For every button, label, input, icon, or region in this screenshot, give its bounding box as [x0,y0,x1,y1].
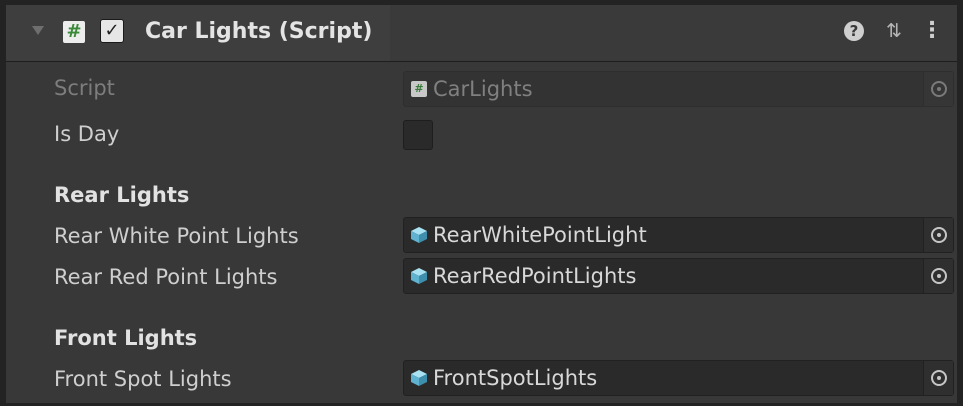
prefab-cube-icon [411,227,427,243]
front-spot-lights-value: FrontSpotLights [433,366,598,390]
script-field-value: CarLights [433,77,533,101]
object-picker-icon [931,268,947,284]
script-file-icon [411,81,427,97]
script-icon: # [63,21,85,43]
front-lights-heading: Front Lights [54,326,198,350]
script-object-picker [923,72,953,106]
rear-red-point-lights-label: Rear Red Point Lights [54,265,278,289]
rear-red-point-lights-value: RearRedPointLights [433,264,637,288]
enable-toggle[interactable]: ✓ [100,19,124,43]
component-title: Car Lights (Script) [145,19,373,44]
front-spot-lights-field[interactable]: FrontSpotLights [403,360,954,396]
rear-red-object-picker[interactable] [923,259,953,293]
rear-red-point-lights-field[interactable]: RearRedPointLights [403,258,954,294]
rear-white-point-lights-field[interactable]: RearWhitePointLight [403,217,954,253]
script-label: Script [54,76,115,100]
component-header[interactable]: # ✓ Car Lights (Script) ? ⇅ ⋮ [6,5,957,62]
rear-white-point-lights-label: Rear White Point Lights [54,224,299,248]
rear-white-point-lights-value: RearWhitePointLight [433,223,647,247]
object-picker-icon [931,370,947,386]
rear-white-object-picker[interactable] [923,218,953,252]
object-picker-icon [931,227,947,243]
object-picker-icon [931,81,947,97]
header-right-area [390,5,957,61]
prefab-cube-icon [411,268,427,284]
inspector-component: # ✓ Car Lights (Script) ? ⇅ ⋮ Script Car… [0,0,963,406]
script-field: CarLights [403,71,954,107]
presets-icon[interactable]: ⇅ [882,19,906,43]
is-day-label: Is Day [54,122,120,146]
front-spot-object-picker[interactable] [923,361,953,395]
is-day-checkbox[interactable] [403,120,433,150]
context-menu-icon[interactable]: ⋮ [921,19,943,43]
front-spot-lights-label: Front Spot Lights [54,367,232,391]
foldout-arrow-icon[interactable] [32,26,44,35]
help-icon[interactable]: ? [844,21,864,41]
prefab-cube-icon [411,370,427,386]
rear-lights-heading: Rear Lights [54,183,190,207]
